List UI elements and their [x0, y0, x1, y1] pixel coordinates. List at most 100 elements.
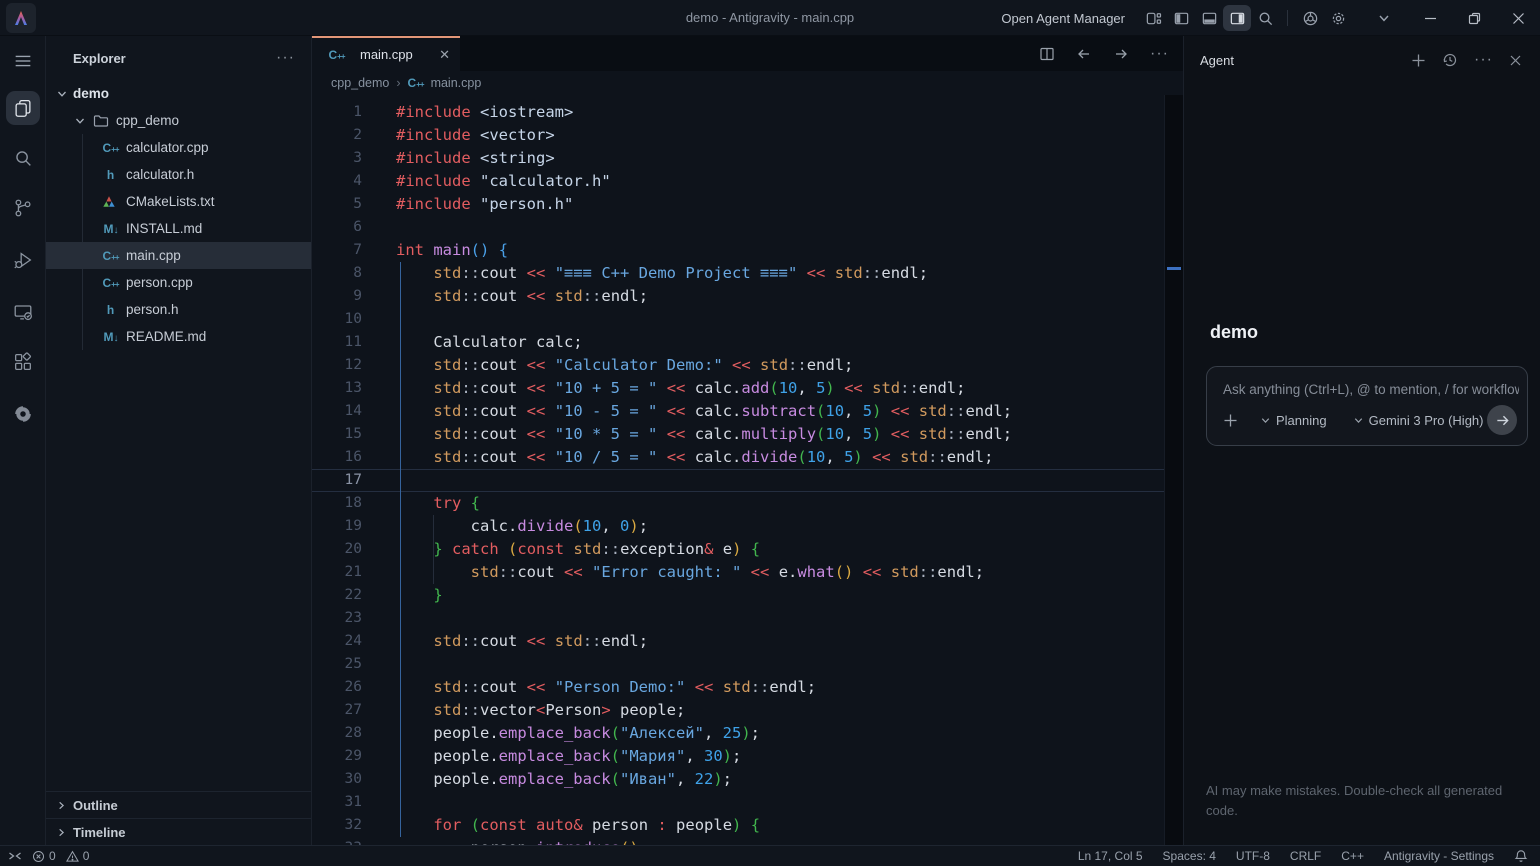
- code-line-29[interactable]: 29 people.emplace_back("Мария", 30);: [312, 745, 1183, 768]
- model-dropdown[interactable]: Gemini 3 Pro (High): [1353, 413, 1484, 428]
- line-number[interactable]: 22: [312, 584, 362, 607]
- line-number[interactable]: 33: [312, 837, 362, 845]
- line-number[interactable]: 3: [312, 147, 362, 170]
- status-item-antigravity-settings[interactable]: Antigravity - Settings: [1384, 849, 1494, 863]
- code-line-7[interactable]: 7int main() {: [312, 239, 1183, 262]
- tab-close-icon[interactable]: ✕: [439, 47, 450, 63]
- code-line-16[interactable]: 16 std::cout << "10 / 5 = " << calc.divi…: [312, 446, 1183, 469]
- navigate-back-icon[interactable]: [1076, 46, 1092, 62]
- code-line-33[interactable]: 33 person.introduce();: [312, 837, 1183, 845]
- line-number[interactable]: 27: [312, 699, 362, 722]
- attach-plus-icon[interactable]: [1223, 413, 1238, 428]
- remote-explorer-icon[interactable]: [6, 295, 40, 329]
- line-number[interactable]: 26: [312, 676, 362, 699]
- line-number[interactable]: 15: [312, 423, 362, 446]
- app-logo[interactable]: [6, 3, 36, 33]
- code-line-31[interactable]: 31: [312, 791, 1183, 814]
- status-item-crlf[interactable]: CRLF: [1290, 849, 1321, 863]
- close-panel-icon[interactable]: [1509, 54, 1522, 67]
- breadcrumb-file[interactable]: main.cpp: [431, 76, 482, 90]
- agent-input-box[interactable]: Ask anything (Ctrl+L), @ to mention, / f…: [1206, 366, 1528, 446]
- line-number[interactable]: 5: [312, 193, 362, 216]
- status-item-spaces-4[interactable]: Spaces: 4: [1163, 849, 1216, 863]
- line-number[interactable]: 32: [312, 814, 362, 837]
- code-line-17[interactable]: 17: [312, 469, 1183, 492]
- code-line-11[interactable]: 11 Calculator calc;: [312, 331, 1183, 354]
- navigate-forward-icon[interactable]: [1113, 46, 1129, 62]
- menu-icon[interactable]: [6, 44, 40, 78]
- restore-button[interactable]: [1452, 0, 1496, 36]
- file-row-main-cpp[interactable]: C++main.cpp: [46, 242, 311, 269]
- line-number[interactable]: 16: [312, 446, 362, 469]
- code-editor[interactable]: 1#include <iostream>2#include <vector>3#…: [312, 95, 1183, 845]
- code-line-6[interactable]: 6: [312, 216, 1183, 239]
- history-icon[interactable]: [1442, 52, 1458, 68]
- line-number[interactable]: 19: [312, 515, 362, 538]
- code-line-10[interactable]: 10: [312, 308, 1183, 331]
- code-line-25[interactable]: 25: [312, 653, 1183, 676]
- file-row-CMakeLists-txt[interactable]: CMakeLists.txt: [46, 188, 311, 215]
- code-line-22[interactable]: 22 }: [312, 584, 1183, 607]
- problems-errors[interactable]: 0: [32, 849, 56, 863]
- code-line-4[interactable]: 4#include "calculator.h": [312, 170, 1183, 193]
- line-number[interactable]: 25: [312, 653, 362, 676]
- line-number[interactable]: 28: [312, 722, 362, 745]
- code-line-28[interactable]: 28 people.emplace_back("Алексей", 25);: [312, 722, 1183, 745]
- remote-indicator-icon[interactable]: [8, 849, 22, 863]
- close-window-button[interactable]: [1496, 0, 1540, 36]
- code-line-18[interactable]: 18 try {: [312, 492, 1183, 515]
- file-row-person-h[interactable]: hperson.h: [46, 296, 311, 323]
- agent-manager-layout-icon[interactable]: [1139, 5, 1167, 31]
- code-line-13[interactable]: 13 std::cout << "10 + 5 = " << calc.add(…: [312, 377, 1183, 400]
- antigravity-swirl-icon[interactable]: [6, 397, 40, 431]
- line-number[interactable]: 2: [312, 124, 362, 147]
- file-row-calculator-h[interactable]: hcalculator.h: [46, 161, 311, 188]
- line-number[interactable]: 23: [312, 607, 362, 630]
- line-number[interactable]: 21: [312, 561, 362, 584]
- agent-more-actions-icon[interactable]: ···: [1474, 51, 1493, 69]
- code-line-1[interactable]: 1#include <iostream>: [312, 101, 1183, 124]
- code-line-21[interactable]: 21 std::cout << "Error caught: " << e.wh…: [312, 561, 1183, 584]
- code-line-20[interactable]: 20 } catch (const std::exception& e) {: [312, 538, 1183, 561]
- code-line-9[interactable]: 9 std::cout << std::endl;: [312, 285, 1183, 308]
- code-line-3[interactable]: 3#include <string>: [312, 147, 1183, 170]
- file-row-person-cpp[interactable]: C++person.cpp: [46, 269, 311, 296]
- status-item-ln-17-col-5[interactable]: Ln 17, Col 5: [1078, 849, 1143, 863]
- code-line-5[interactable]: 5#include "person.h": [312, 193, 1183, 216]
- chevron-down-icon[interactable]: [1370, 5, 1398, 31]
- line-number[interactable]: 30: [312, 768, 362, 791]
- open-agent-manager-button[interactable]: Open Agent Manager: [1001, 11, 1125, 26]
- line-number[interactable]: 12: [312, 354, 362, 377]
- breadcrumb-folder[interactable]: cpp_demo: [331, 76, 389, 90]
- search-sidebar-icon[interactable]: [6, 141, 40, 175]
- extensions-icon[interactable]: [6, 345, 40, 379]
- line-number[interactable]: 17: [312, 469, 362, 492]
- code-line-15[interactable]: 15 std::cout << "10 * 5 = " << calc.mult…: [312, 423, 1183, 446]
- status-item-c-[interactable]: C++: [1341, 849, 1364, 863]
- line-number[interactable]: 6: [312, 216, 362, 239]
- line-number[interactable]: 31: [312, 791, 362, 814]
- send-button[interactable]: [1487, 405, 1517, 435]
- overview-ruler[interactable]: [1164, 95, 1183, 845]
- code-line-30[interactable]: 30 people.emplace_back("Иван", 22);: [312, 768, 1183, 791]
- editor-more-actions-icon[interactable]: ···: [1150, 45, 1169, 63]
- search-icon[interactable]: [1251, 5, 1279, 31]
- split-editor-icon[interactable]: [1039, 46, 1055, 62]
- code-line-12[interactable]: 12 std::cout << "Calculator Demo:" << st…: [312, 354, 1183, 377]
- outline-section-header[interactable]: Outline: [46, 791, 311, 818]
- code-line-8[interactable]: 8 std::cout << "≡≡≡ C++ Demo Project ≡≡≡…: [312, 262, 1183, 285]
- line-number[interactable]: 11: [312, 331, 362, 354]
- toggle-right-panel-icon[interactable]: [1223, 5, 1251, 31]
- tree-folder-cpp-demo[interactable]: cpp_demo: [46, 107, 311, 134]
- file-row-INSTALL-md[interactable]: M↓INSTALL.md: [46, 215, 311, 242]
- settings-gear-icon[interactable]: [1324, 5, 1352, 31]
- line-number[interactable]: 4: [312, 170, 362, 193]
- code-line-19[interactable]: 19 calc.divide(10, 0);: [312, 515, 1183, 538]
- file-row-calculator-cpp[interactable]: C++calculator.cpp: [46, 134, 311, 161]
- line-number[interactable]: 20: [312, 538, 362, 561]
- line-number[interactable]: 1: [312, 101, 362, 124]
- toggle-bottom-panel-icon[interactable]: [1195, 5, 1223, 31]
- notifications-bell-icon[interactable]: [1514, 849, 1528, 863]
- line-number[interactable]: 10: [312, 308, 362, 331]
- source-control-icon[interactable]: [6, 191, 40, 225]
